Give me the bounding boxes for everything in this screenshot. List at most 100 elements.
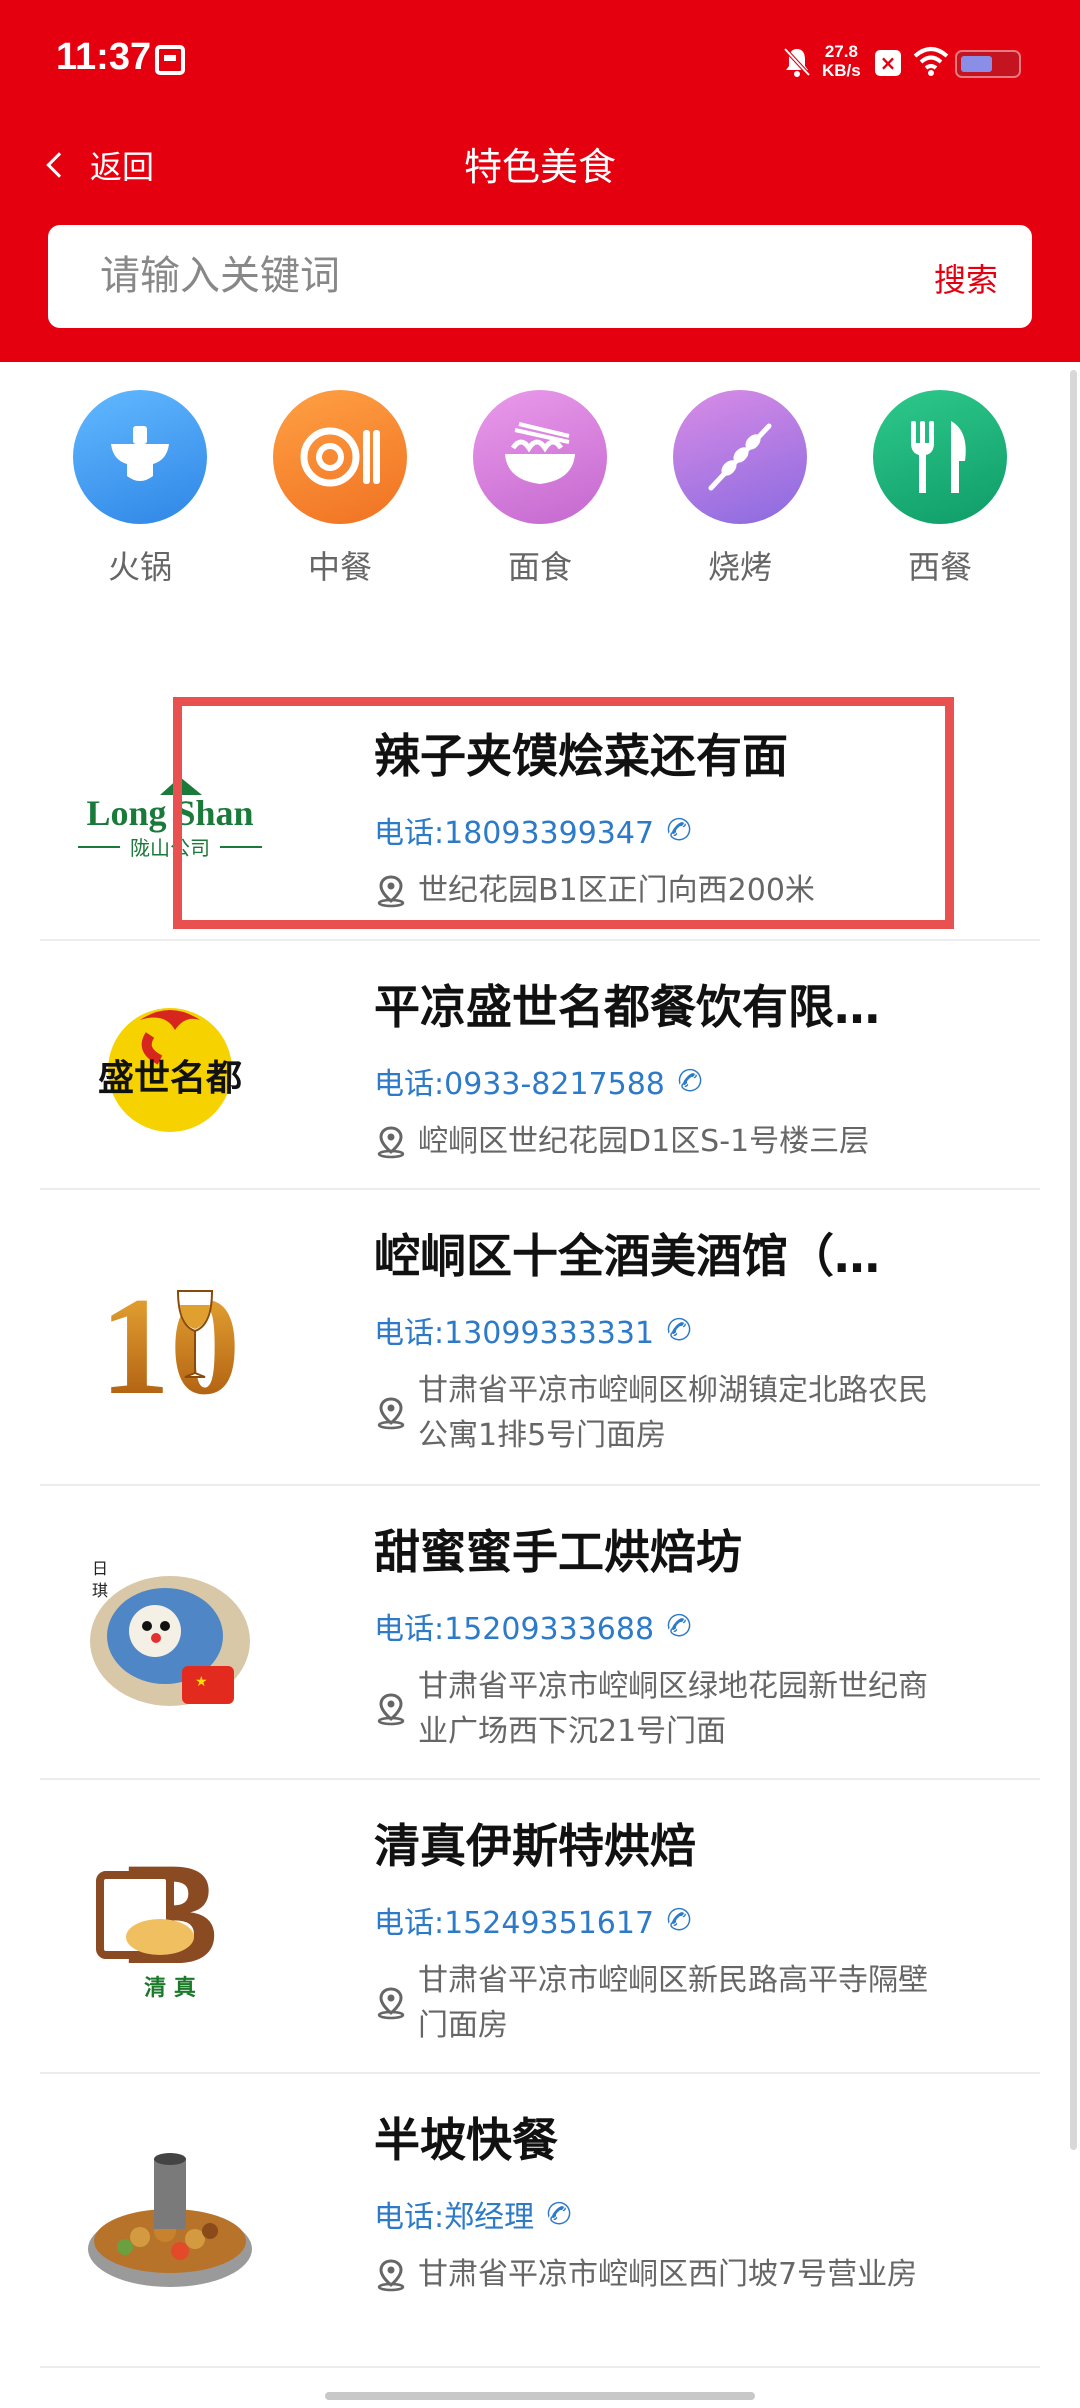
phone-icon: ✆: [660, 1605, 697, 1647]
address-text: 崆峒区世纪花园D1区S-1号楼三层: [418, 1124, 870, 1159]
bakery-b-logo: B 清 真: [70, 1845, 270, 2005]
western-food-icon: [873, 390, 1007, 524]
list-item[interactable]: Long Shan 陇山公司 辣子夹馍烩菜还有面 电话:18093399347 ✆…: [40, 690, 1040, 941]
svg-text:日: 日: [92, 1559, 108, 1578]
address: 甘肃省平凉市崆峒区西门坡7号营业房: [374, 2252, 938, 2297]
address: 崆峒区世纪花园D1区S-1号楼三层: [374, 1119, 938, 1164]
hotpot-icon: [73, 390, 207, 524]
search-button[interactable]: 搜索: [934, 255, 998, 301]
address-text: 甘肃省平凉市崆峒区西门坡7号营业房: [418, 2257, 918, 2292]
restaurant-list: Long Shan 陇山公司 辣子夹馍烩菜还有面 电话:18093399347 ✆…: [40, 690, 1040, 2368]
address-text: 甘肃省平凉市崆峒区柳湖镇定北路农民公寓1排5号门面房: [418, 1373, 928, 1453]
logo-text: 盛世名都: [98, 1057, 242, 1099]
network-speed-unit: KB/s: [822, 61, 861, 80]
category-hotpot[interactable]: 火锅: [40, 390, 240, 588]
phone-icon: ✆: [540, 2193, 577, 2235]
restaurant-info: 甜蜜蜜手工烘焙坊 电话:15209333688 ✆ 甘肃省平凉市崆峒区绿地花园新世…: [374, 1516, 938, 1754]
location-pin-icon: [377, 2258, 405, 2291]
category-bar: 火锅 中餐 面食 烧烤 西餐: [0, 390, 1080, 590]
phone-link[interactable]: 电话:15249351617 ✆: [374, 1898, 938, 1942]
list-item[interactable]: ★ 日 琪 甜蜜蜜手工烘焙坊 电话:15209333688 ✆ 甘肃省平凉市崆峒区…: [40, 1486, 1040, 1780]
logo-text: 10: [100, 1269, 240, 1413]
phone-icon: ✆: [660, 1309, 697, 1351]
phone-text: 电话:0933-8217588: [374, 1067, 665, 1102]
scrollbar[interactable]: [1070, 370, 1077, 2150]
phone-text: 电话:13099333331: [374, 1316, 655, 1351]
address: 甘肃省平凉市崆峒区柳湖镇定北路农民公寓1排5号门面房: [374, 1368, 938, 1458]
category-chinese[interactable]: 中餐: [240, 390, 440, 588]
phone-link[interactable]: 电话:15209333688 ✆: [374, 1604, 938, 1648]
dry-pot-dish-photo: [70, 2139, 270, 2299]
location-pin-icon: [377, 1987, 405, 2020]
location-pin-icon: [377, 874, 405, 907]
address-text: 甘肃省平凉市崆峒区新民路高平寺隔壁门面房: [418, 1963, 928, 2043]
restaurant-info: 平凉盛世名都餐饮有限… 电话:0933-8217588 ✆ 崆峒区世纪花园D1区S…: [374, 971, 938, 1164]
battery-level: [961, 56, 992, 72]
app-notification-icon: ×: [875, 50, 901, 76]
restaurant-info: 清真伊斯特烘焙 电话:15249351617 ✆ 甘肃省平凉市崆峒区新民路高平寺隔…: [374, 1810, 938, 2048]
logo-subtext: 陇山公司: [130, 836, 210, 860]
address-text: 甘肃省平凉市崆峒区绿地花园新世纪商业广场西下沉21号门面: [418, 1669, 928, 1749]
longshan-logo: Long Shan 陇山公司: [70, 735, 270, 895]
list-item[interactable]: B 清 真 清真伊斯特烘焙 电话:15249351617✆ 甘肃省平凉市崆峒区新…: [40, 1780, 1040, 2074]
category-label: 烧烤: [707, 548, 772, 586]
page-title: 特色美食: [463, 145, 616, 189]
home-indicator[interactable]: [325, 2392, 755, 2400]
restaurant-info: 半坡快餐 电话:郑经理 ✆ 甘肃省平凉市崆峒区西门坡7号营业房: [374, 2104, 938, 2297]
category-bbq[interactable]: 烧烤: [640, 390, 840, 588]
category-western[interactable]: 西餐: [840, 390, 1040, 588]
restaurant-name: 甜蜜蜜手工烘焙坊: [374, 1525, 742, 1579]
chinese-food-icon: [273, 390, 407, 524]
logo-text: Long Shan: [86, 793, 253, 833]
phone-icon: ✆: [660, 1899, 697, 1941]
address: 甘肃省平凉市崆峒区新民路高平寺隔壁门面房: [374, 1958, 938, 2048]
list-item[interactable]: 半坡快餐 电话:郑经理 ✆ 甘肃省平凉市崆峒区西门坡7号营业房: [40, 2074, 1040, 2368]
phone-link[interactable]: 电话:18093399347 ✆: [374, 808, 938, 852]
network-speed: 27.8 KB/s: [822, 42, 861, 80]
battery-icon: [955, 50, 1021, 78]
restaurant-name: 清真伊斯特烘焙: [374, 1819, 696, 1873]
category-label: 西餐: [907, 548, 972, 586]
location-pin-icon: [377, 1693, 405, 1726]
location-pin-icon: [377, 1397, 405, 1430]
network-speed-value: 27.8: [824, 42, 858, 61]
restaurant-info: 辣子夹馍烩菜还有面 电话:18093399347 ✆ 世纪花园B1区正门向西200…: [374, 720, 938, 913]
wine-glass-10-logo: 10: [70, 1258, 270, 1418]
phone-link[interactable]: 电话:13099333331 ✆: [374, 1308, 938, 1352]
address: 甘肃省平凉市崆峒区绿地花园新世纪商业广场西下沉21号门面: [374, 1664, 938, 1754]
list-item[interactable]: 盛世名都 平凉盛世名都餐饮有限… 电话:0933-8217588 ✆ 崆峒区世纪花…: [40, 941, 1040, 1190]
calendar-icon: [155, 45, 185, 75]
category-label: 中餐: [307, 548, 372, 586]
phone-icon: ✆: [660, 809, 697, 851]
cake-photo: ★ 日 琪: [70, 1551, 270, 1711]
address: 世纪花园B1区正门向西200米: [374, 868, 938, 913]
phone-text: 电话:15249351617: [374, 1906, 655, 1941]
restaurant-info: 崆峒区十全酒美酒馆（… 电话:13099333331 ✆ 甘肃省平凉市崆峒区柳湖镇…: [374, 1220, 938, 1458]
bbq-icon: [673, 390, 807, 524]
restaurant-name: 平凉盛世名都餐饮有限…: [374, 980, 880, 1034]
logo-subtext: 清 真: [144, 1975, 196, 2001]
location-pin-icon: [377, 1125, 405, 1158]
category-noodles[interactable]: 面食: [440, 390, 640, 588]
category-label: 火锅: [107, 548, 172, 586]
phone-link[interactable]: 电话:0933-8217588 ✆: [374, 1059, 938, 1103]
category-label: 面食: [507, 548, 572, 586]
list-item[interactable]: 10 崆峒区十全酒美酒馆（… 电话:13099333331 ✆ 甘肃省平凉市崆峒区…: [40, 1190, 1040, 1486]
phone-text: 电话:15209333688: [374, 1612, 655, 1647]
wifi-icon: [913, 46, 949, 80]
noodles-icon: [473, 390, 607, 524]
address-text: 世纪花园B1区正门向西200米: [418, 873, 815, 908]
restaurant-name: 半坡快餐: [374, 2113, 558, 2167]
status-time: 11:37: [56, 36, 152, 78]
shengshi-mingdu-logo: 盛世名都: [70, 985, 270, 1145]
search-input[interactable]: [100, 247, 860, 305]
phone-icon: ✆: [671, 1060, 708, 1102]
restaurant-name: 辣子夹馍烩菜还有面: [374, 729, 788, 783]
restaurant-name: 崆峒区十全酒美酒馆（…: [374, 1229, 880, 1283]
phone-text: 电话:郑经理: [374, 2200, 535, 2235]
phone-link[interactable]: 电话:郑经理 ✆: [374, 2192, 938, 2236]
svg-text:★: ★: [195, 1674, 208, 1690]
search-bar: 搜索: [48, 225, 1032, 328]
phone-text: 电话:18093399347: [374, 816, 655, 851]
bell-muted-icon: [782, 46, 812, 86]
